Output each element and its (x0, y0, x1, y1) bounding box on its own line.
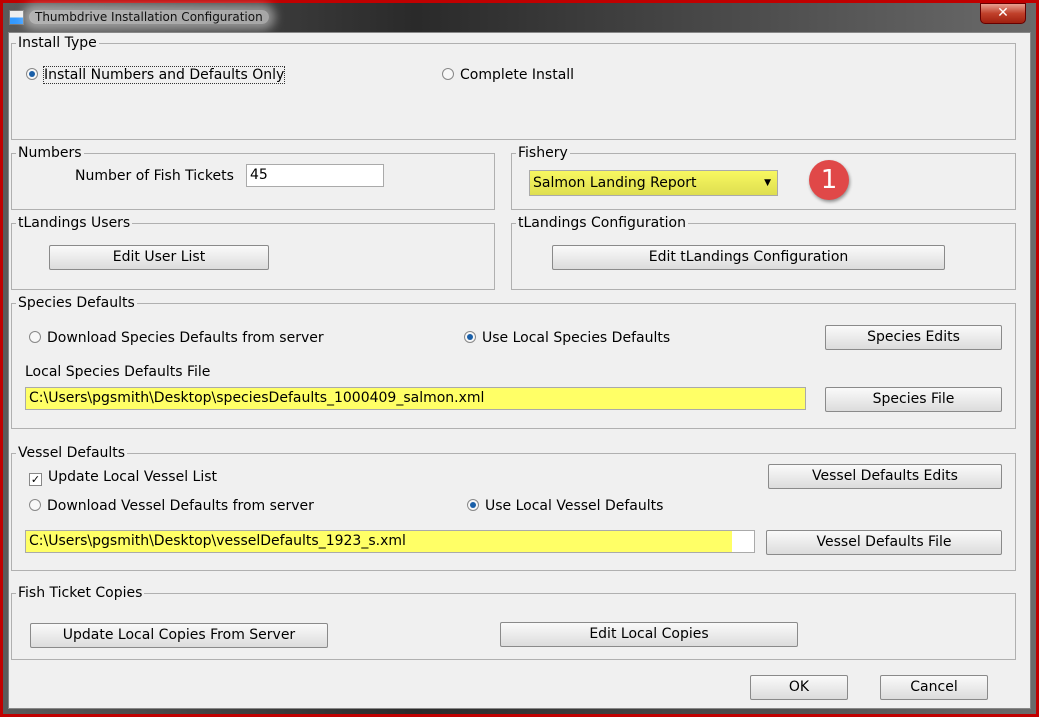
dialog-window: Thumbdrive Installation Configuration ✕ … (3, 3, 1036, 714)
vessel-group: Vessel Defaults ✓ Update Local Vessel Lis… (11, 445, 1016, 571)
fishery-selected-value: Salmon Landing Report (533, 175, 697, 191)
title-bar[interactable]: Thumbdrive Installation Configuration ✕ (3, 3, 1036, 32)
radio-complete-install[interactable]: Complete Install (442, 67, 574, 83)
edit-user-list-button[interactable]: Edit User List (49, 245, 269, 270)
radio-label: Download Species Defaults from server (47, 330, 324, 346)
radio-label: Download Vessel Defaults from server (47, 498, 314, 514)
ok-button[interactable]: OK (750, 675, 848, 700)
radio-local-species[interactable]: Use Local Species Defaults (464, 330, 670, 346)
species-file-button[interactable]: Species File (825, 387, 1002, 412)
vessel-legend: Vessel Defaults (18, 445, 126, 461)
cancel-button[interactable]: Cancel (880, 675, 988, 700)
radio-icon (442, 68, 454, 80)
update-vessel-checkbox[interactable]: ✓ Update Local Vessel List (29, 469, 217, 486)
fishery-legend: Fishery (518, 145, 568, 161)
update-copies-button[interactable]: Update Local Copies From Server (30, 623, 328, 648)
species-file-label: Local Species Defaults File (25, 364, 211, 380)
numbers-legend: Numbers (18, 145, 82, 161)
install-type-group: Install Type Install Numbers and Default… (11, 35, 1016, 140)
radio-install-numbers[interactable]: Install Numbers and Defaults Only (26, 66, 286, 84)
install-type-legend: Install Type (18, 35, 97, 51)
annotation-badge: 1 (809, 160, 849, 200)
vessel-edits-button[interactable]: Vessel Defaults Edits (768, 464, 1002, 489)
radio-icon (29, 499, 41, 511)
radio-label: Install Numbers and Defaults Only (42, 66, 286, 84)
species-file-input[interactable]: C:\Users\pgsmith\Desktop\speciesDefaults… (25, 387, 806, 410)
radio-selected-icon (464, 331, 476, 343)
config-group: tLandings Configuration Edit tLandings C… (511, 215, 1016, 290)
chevron-down-icon: ▼ (764, 178, 771, 188)
copies-group: Fish Ticket Copies Update Local Copies F… (11, 585, 1016, 660)
vessel-file-input[interactable]: C:\Users\pgsmith\Desktop\vesselDefaults_… (25, 530, 755, 553)
copies-legend: Fish Ticket Copies (18, 585, 143, 601)
vessel-file-button[interactable]: Vessel Defaults File (766, 530, 1002, 555)
checkbox-label: Update Local Vessel List (48, 469, 218, 485)
radio-download-species[interactable]: Download Species Defaults from server (29, 330, 324, 346)
species-group: Species Defaults Download Species Defaul… (11, 295, 1016, 429)
radio-icon (29, 331, 41, 343)
window-title: Thumbdrive Installation Configuration (29, 10, 269, 24)
client-area: Install Type Install Numbers and Default… (8, 32, 1031, 709)
fish-tickets-input[interactable]: 45 (246, 164, 384, 187)
app-icon (9, 10, 24, 25)
radio-selected-icon (467, 499, 479, 511)
radio-label: Complete Install (460, 67, 575, 83)
numbers-group: Numbers Number of Fish Tickets 45 (11, 145, 495, 210)
edit-config-button[interactable]: Edit tLandings Configuration (552, 245, 945, 270)
radio-selected-icon (26, 68, 38, 80)
users-legend: tLandings Users (18, 215, 131, 231)
species-edits-button[interactable]: Species Edits (825, 325, 1002, 350)
close-button[interactable]: ✕ (980, 3, 1026, 24)
radio-label: Use Local Vessel Defaults (485, 498, 664, 514)
fishery-group: Fishery Salmon Landing Report ▼ 1 (511, 145, 1016, 210)
edit-copies-button[interactable]: Edit Local Copies (500, 622, 798, 647)
config-legend: tLandings Configuration (518, 215, 686, 231)
species-legend: Species Defaults (18, 295, 135, 311)
radio-local-vessel[interactable]: Use Local Vessel Defaults (467, 498, 663, 514)
fishery-select[interactable]: Salmon Landing Report ▼ (529, 170, 778, 196)
fish-tickets-label: Number of Fish Tickets (75, 168, 234, 184)
users-group: tLandings Users Edit User List (11, 215, 495, 290)
checkmark-icon: ✓ (29, 473, 42, 486)
radio-label: Use Local Species Defaults (482, 330, 671, 346)
radio-download-vessel[interactable]: Download Vessel Defaults from server (29, 498, 314, 514)
